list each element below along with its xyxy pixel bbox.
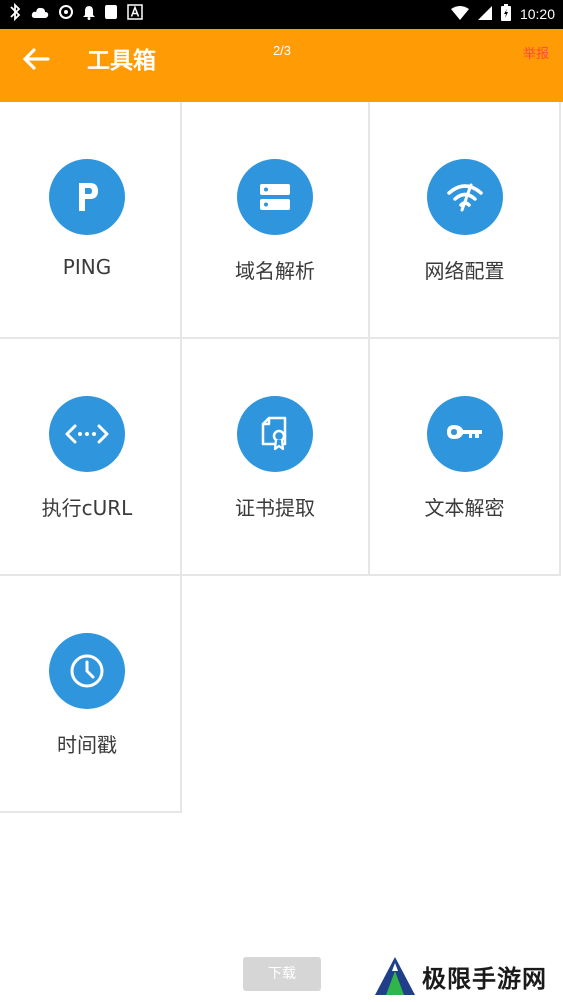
tool-label: PING: [62, 255, 112, 279]
tool-item-dns[interactable]: 域名解析: [182, 102, 370, 339]
back-button[interactable]: [18, 43, 54, 79]
tool-item-timestamp[interactable]: 时间戳: [0, 576, 182, 813]
report-link[interactable]: 举报: [523, 43, 549, 62]
wifi-config-icon: [426, 159, 503, 235]
key-icon: [426, 396, 503, 472]
code-brackets-icon: [49, 396, 125, 472]
a-badge-icon: [127, 4, 143, 24]
wifi-icon: [450, 5, 469, 24]
tool-item-certificate[interactable]: 证书提取: [182, 339, 370, 576]
target-icon: [58, 4, 74, 24]
tool-label: 执行cURL: [41, 496, 133, 520]
clock-icon: [49, 633, 125, 709]
page-title: 工具箱: [87, 48, 156, 74]
app-bar: 工具箱 2/3 举报: [0, 29, 563, 102]
bluetooth-icon: [8, 2, 22, 25]
watermark-text: 极限手游网: [422, 964, 547, 993]
signal-icon: [477, 5, 492, 24]
tool-label: 时间戳: [57, 733, 117, 757]
status-bar: 10:20: [0, 0, 563, 29]
certificate-icon: [237, 396, 313, 472]
watermark-logo-icon: [372, 955, 418, 1001]
white-square-icon: [104, 4, 118, 24]
tool-item-network-config[interactable]: 网络配置: [370, 102, 561, 339]
tool-label: 网络配置: [424, 259, 505, 283]
ping-p-icon: [49, 159, 125, 235]
download-button[interactable]: 下载: [243, 957, 321, 991]
status-time: 10:20: [519, 6, 555, 22]
tool-item-curl[interactable]: 执行cURL: [0, 339, 182, 576]
watermark: 极限手游网: [362, 950, 563, 1002]
dns-server-icon: [237, 159, 313, 235]
tool-label: 域名解析: [235, 259, 315, 283]
arrow-left-icon: [22, 47, 50, 75]
battery-icon: [500, 3, 511, 25]
notification-bell-icon: [83, 4, 95, 24]
tool-label: 证书提取: [235, 496, 315, 520]
cloud-icon: [31, 5, 49, 24]
tool-item-decrypt[interactable]: 文本解密: [370, 339, 561, 576]
page-indicator: 2/3: [272, 43, 292, 58]
tool-item-ping[interactable]: PING: [0, 102, 182, 339]
tool-label: 文本解密: [424, 496, 505, 520]
